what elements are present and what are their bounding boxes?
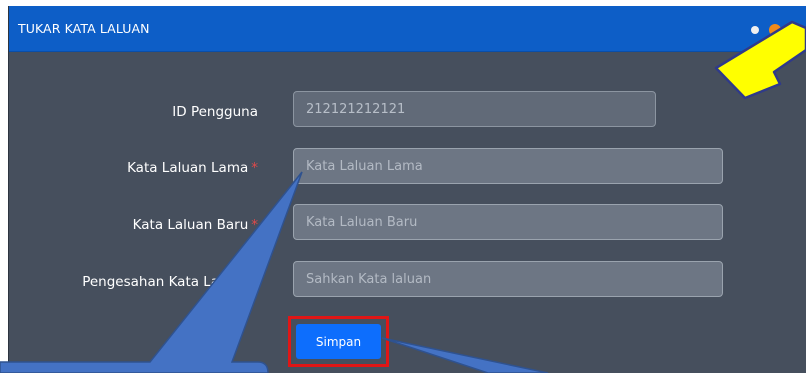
required-mark: * xyxy=(251,217,258,233)
required-mark: * xyxy=(251,274,258,290)
old-password-label: Kata Laluan Lama * xyxy=(127,160,258,176)
save-button-highlight: Simpan xyxy=(288,316,389,367)
dialog-titlebar: TUKAR KATA LALUAN xyxy=(9,6,806,52)
new-password-label-text: Kata Laluan Baru xyxy=(132,217,249,233)
change-password-dialog: TUKAR KATA LALUAN ID Pengguna Kata Lalua… xyxy=(8,6,806,373)
user-id-field[interactable] xyxy=(293,91,656,127)
user-id-label: ID Pengguna xyxy=(172,104,258,120)
confirm-password-label: Pengesahan Kata Laluan * xyxy=(82,274,258,290)
required-mark: * xyxy=(251,160,258,176)
screenshot-frame: TUKAR KATA LALUAN ID Pengguna Kata Lalua… xyxy=(0,0,806,373)
confirm-password-input[interactable] xyxy=(293,261,723,297)
old-password-input[interactable] xyxy=(293,148,723,184)
new-password-input[interactable] xyxy=(293,204,723,240)
old-password-label-text: Kata Laluan Lama xyxy=(127,160,249,176)
window-control-icon[interactable] xyxy=(751,26,759,34)
save-button[interactable]: Simpan xyxy=(296,324,381,359)
user-id-label-text: ID Pengguna xyxy=(172,104,258,120)
new-password-label: Kata Laluan Baru * xyxy=(133,217,258,233)
status-dot-icon[interactable] xyxy=(769,24,781,36)
dialog-title: TUKAR KATA LALUAN xyxy=(18,21,150,36)
confirm-password-label-text: Pengesahan Kata Laluan xyxy=(82,274,249,290)
